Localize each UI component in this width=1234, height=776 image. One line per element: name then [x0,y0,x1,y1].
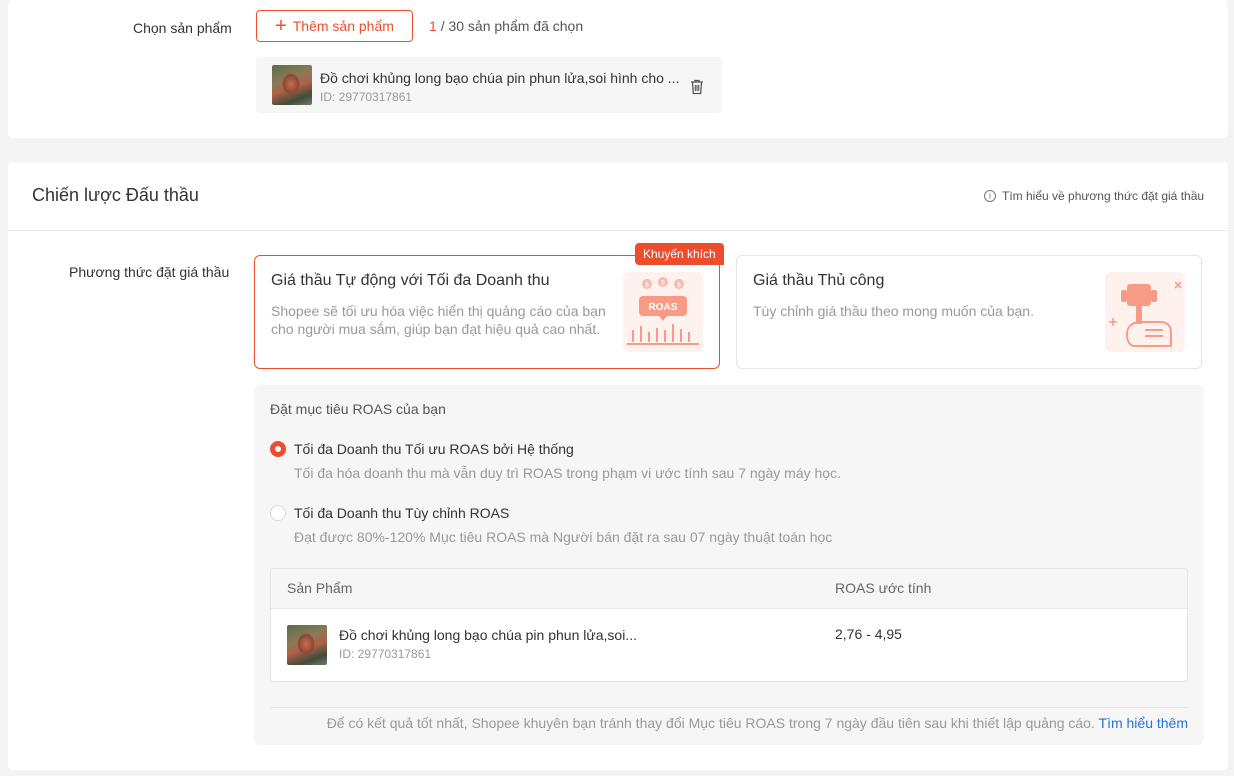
bidding-method-label: Phương thức đặt giá thầu [69,264,230,280]
svg-text:$: $ [677,282,681,289]
info-icon: i [984,190,996,202]
row-product-name: Đồ chơi khủng long bạo chúa pin phun lửa… [339,627,637,643]
selected-count-suffix: / 30 sản phẩm đã chọn [440,18,584,34]
row-roas-estimate: 2,76 - 4,95 [835,626,902,642]
roas-title: Đặt mục tiêu ROAS của bạn [270,401,446,417]
roas-estimate-table: Sản Phẩm ROAS ước tính Đồ chơi khủng lon… [270,568,1188,682]
learn-bidding-link[interactable]: i Tìm hiểu về phương thức đặt giá thầu [984,189,1204,203]
auto-bid-title: Giá thầu Tự động với Tối đa Doanh thu [271,272,550,289]
trash-icon[interactable] [688,78,706,96]
learn-bidding-text: Tìm hiểu về phương thức đặt giá thầu [1002,189,1205,203]
auto-bid-desc: Shopee sẽ tối ưu hóa việc hiển thị quảng… [271,303,606,337]
selected-count-value: 1 [429,18,437,34]
recommended-badge: Khuyến khích [635,243,724,265]
row-product-id: ID: 29770317861 [339,647,432,661]
plus-icon: + [275,15,287,37]
section-divider [8,230,1228,231]
roas-option-system-desc: Tối đa hóa doanh thu mà vẫn duy trì ROAS… [294,465,841,481]
footer-note-text: Để có kết quả tốt nhất, Shopee khuyên bạ… [326,715,1095,731]
choose-product-label: Chọn sản phẩm [133,20,232,36]
add-product-label: Thêm sản phẩm [292,18,394,34]
footer-divider [270,707,1188,708]
roas-target-panel [254,385,1204,745]
product-id: ID: 29770317861 [320,90,413,104]
section-title: Chiến lược Đấu thầu [32,185,199,205]
manual-bid-title: Giá thầu Thủ công [753,272,885,289]
header-product: Sản Phẩm [287,580,353,596]
roas-option-system-label[interactable]: Tối đa Doanh thu Tối ưu ROAS bởi Hệ thốn… [294,441,574,457]
svg-text:$: $ [661,280,665,287]
manual-bid-desc: Tùy chỉnh giá thầu theo mong muốn của bạ… [753,303,1034,319]
roas-option-custom-desc: Đạt được 80%-120% Mục tiêu ROAS mà Người… [294,529,833,545]
learn-more-link[interactable]: Tìm hiểu thêm [1099,715,1188,731]
roas-option-custom-label[interactable]: Tối đa Doanh thu Tùy chỉnh ROAS [294,505,509,521]
roas-illustration-icon: $ $ $ ROAS [623,272,703,352]
roas-option-system-radio[interactable] [270,441,286,457]
header-roas: ROAS ước tính [835,580,932,596]
table-header: Sản Phẩm ROAS ước tính [271,569,1187,609]
manual-bid-option[interactable]: Giá thầu Thủ công Tùy chỉnh giá thầu the… [736,255,1202,369]
product-name: Đồ chơi khủng long bạo chúa pin phun lửa… [320,70,680,86]
roas-option-custom-radio[interactable] [270,505,286,521]
row-product-thumbnail [287,625,327,665]
product-thumbnail [272,65,312,105]
selected-count: 1 / 30 sản phẩm đã chọn [429,18,583,34]
manual-bid-illustration-icon [1105,272,1185,352]
roas-footer-note: Để có kết quả tốt nhất, Shopee khuyên bạ… [327,715,1188,731]
add-product-button[interactable]: + Thêm sản phẩm [256,10,413,42]
svg-text:ROAS: ROAS [649,302,678,313]
svg-text:$: $ [645,282,649,289]
auto-bid-option[interactable]: Giá thầu Tự động với Tối đa Doanh thu Sh… [254,255,720,369]
